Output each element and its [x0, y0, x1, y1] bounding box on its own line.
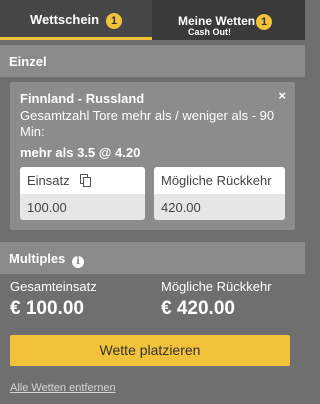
einzel-section-header: Einzel: [0, 45, 305, 77]
return-label: Mögliche Rückkehr: [154, 167, 285, 194]
tab-meine-wetten-count-badge: 1: [256, 14, 272, 30]
market-description: Gesamtzahl Tore mehr als / weniger als -…: [20, 108, 275, 139]
potential-return-field: Mögliche Rückkehr 420.00: [154, 167, 285, 220]
tab-meine-wetten[interactable]: Meine Wetten 1 Cash Out!: [152, 0, 305, 40]
potential-return-label: Mögliche Rückkehr: [161, 279, 272, 294]
return-value: 420.00: [161, 200, 201, 215]
tab-meine-wetten-label: Meine Wetten: [178, 14, 256, 28]
potential-return-value: € 420.00: [161, 298, 235, 319]
copy-icon[interactable]: [80, 174, 92, 187]
multiples-section-header: Multiples i: [0, 242, 305, 274]
cash-out-label: Cash Out!: [188, 27, 232, 37]
einzel-heading: Einzel: [9, 54, 47, 69]
close-icon[interactable]: ×: [278, 88, 286, 103]
stake-label: Einsatz: [27, 173, 70, 188]
multiples-heading: Multiples: [9, 251, 66, 266]
info-icon[interactable]: i: [71, 256, 84, 268]
place-bet-button[interactable]: Wette platzieren: [10, 335, 290, 366]
stake-field-header: Einsatz: [20, 167, 145, 194]
stake-value: 100.00: [27, 200, 67, 215]
total-stake-label: Gesamteinsatz: [10, 279, 97, 294]
tab-wettschein-count-badge: 1: [106, 13, 122, 29]
remove-all-bets-link[interactable]: Alle Wetten entfernen: [10, 382, 116, 394]
match-title: Finnland - Russland: [20, 91, 145, 106]
selection-odds: mehr als 3.5 @ 4.20: [20, 145, 141, 160]
tab-bar: Wettschein 1 Meine Wetten 1 Cash Out!: [0, 0, 305, 40]
stake-input[interactable]: Einsatz 100.00: [20, 167, 145, 220]
tab-wettschein-label: Wettschein: [30, 12, 100, 27]
total-stake-value: € 100.00: [10, 298, 84, 319]
tab-wettschein[interactable]: Wettschein 1: [0, 0, 152, 40]
bet-slip-card: Finnland - Russland × Gesamtzahl Tore me…: [10, 82, 295, 230]
